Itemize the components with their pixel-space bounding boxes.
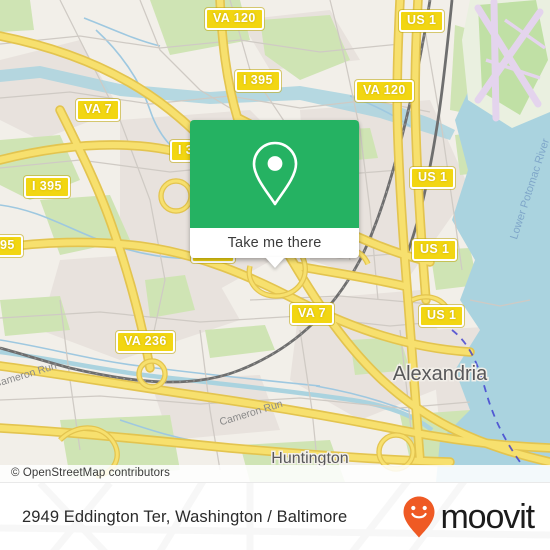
map-place-label: Alexandria <box>393 363 488 385</box>
road-shield-label: US 1 <box>407 13 437 27</box>
callout-card: Take me there <box>190 120 359 258</box>
road-shield-label: US 1 <box>418 170 448 184</box>
moovit-logo[interactable]: moovit <box>402 483 535 550</box>
moovit-wordmark: moovit <box>440 498 535 536</box>
road-shield[interactable]: VA 120 <box>355 80 414 102</box>
road-shield[interactable]: I 395 <box>24 176 70 198</box>
road-shield-label: VA 7 <box>298 306 326 320</box>
road-shield[interactable]: VA 7 <box>76 99 120 121</box>
take-me-there-label: Take me there <box>227 235 322 251</box>
road-shield[interactable]: 95 <box>0 235 23 257</box>
road-shield-label: VA 120 <box>363 83 406 97</box>
road-shield[interactable]: US 1 <box>410 167 456 189</box>
callout-pointer <box>264 257 285 268</box>
moovit-map-page: Alexandria Huntington Lower Potomac Rive… <box>0 0 550 550</box>
road-shield[interactable]: VA 236 <box>116 331 175 353</box>
map-attribution: © OpenStreetMap contributors <box>0 465 550 482</box>
road-shield-label: I 395 <box>243 73 273 87</box>
road-shield[interactable]: I 395 <box>235 70 281 92</box>
location-callout[interactable]: Take me there <box>190 120 359 268</box>
road-shield[interactable]: VA 7 <box>290 303 334 325</box>
road-shield[interactable]: US 1 <box>419 305 465 327</box>
road-shield-label: VA 120 <box>213 11 256 25</box>
road-shield-label: US 1 <box>420 242 450 256</box>
road-shield[interactable]: US 1 <box>399 10 445 32</box>
road-shield[interactable]: US 1 <box>412 239 458 261</box>
road-shield-label: I 395 <box>32 179 62 193</box>
callout-header <box>190 120 359 228</box>
road-shield[interactable]: VA 120 <box>205 8 264 30</box>
road-shield-label: US 1 <box>427 308 457 322</box>
road-shield-label: VA 7 <box>84 102 112 116</box>
address-label: 2949 Eddington Ter, Washington / Baltimo… <box>22 507 348 526</box>
road-shield-label: 95 <box>0 238 15 252</box>
moovit-pin-smiley-icon <box>403 496 435 538</box>
take-me-there-button[interactable]: Take me there <box>190 228 359 258</box>
map-pin-icon <box>252 141 297 206</box>
road-shield-label: VA 236 <box>124 334 167 348</box>
page-footer: 2949 Eddington Ter, Washington / Baltimo… <box>0 482 550 550</box>
